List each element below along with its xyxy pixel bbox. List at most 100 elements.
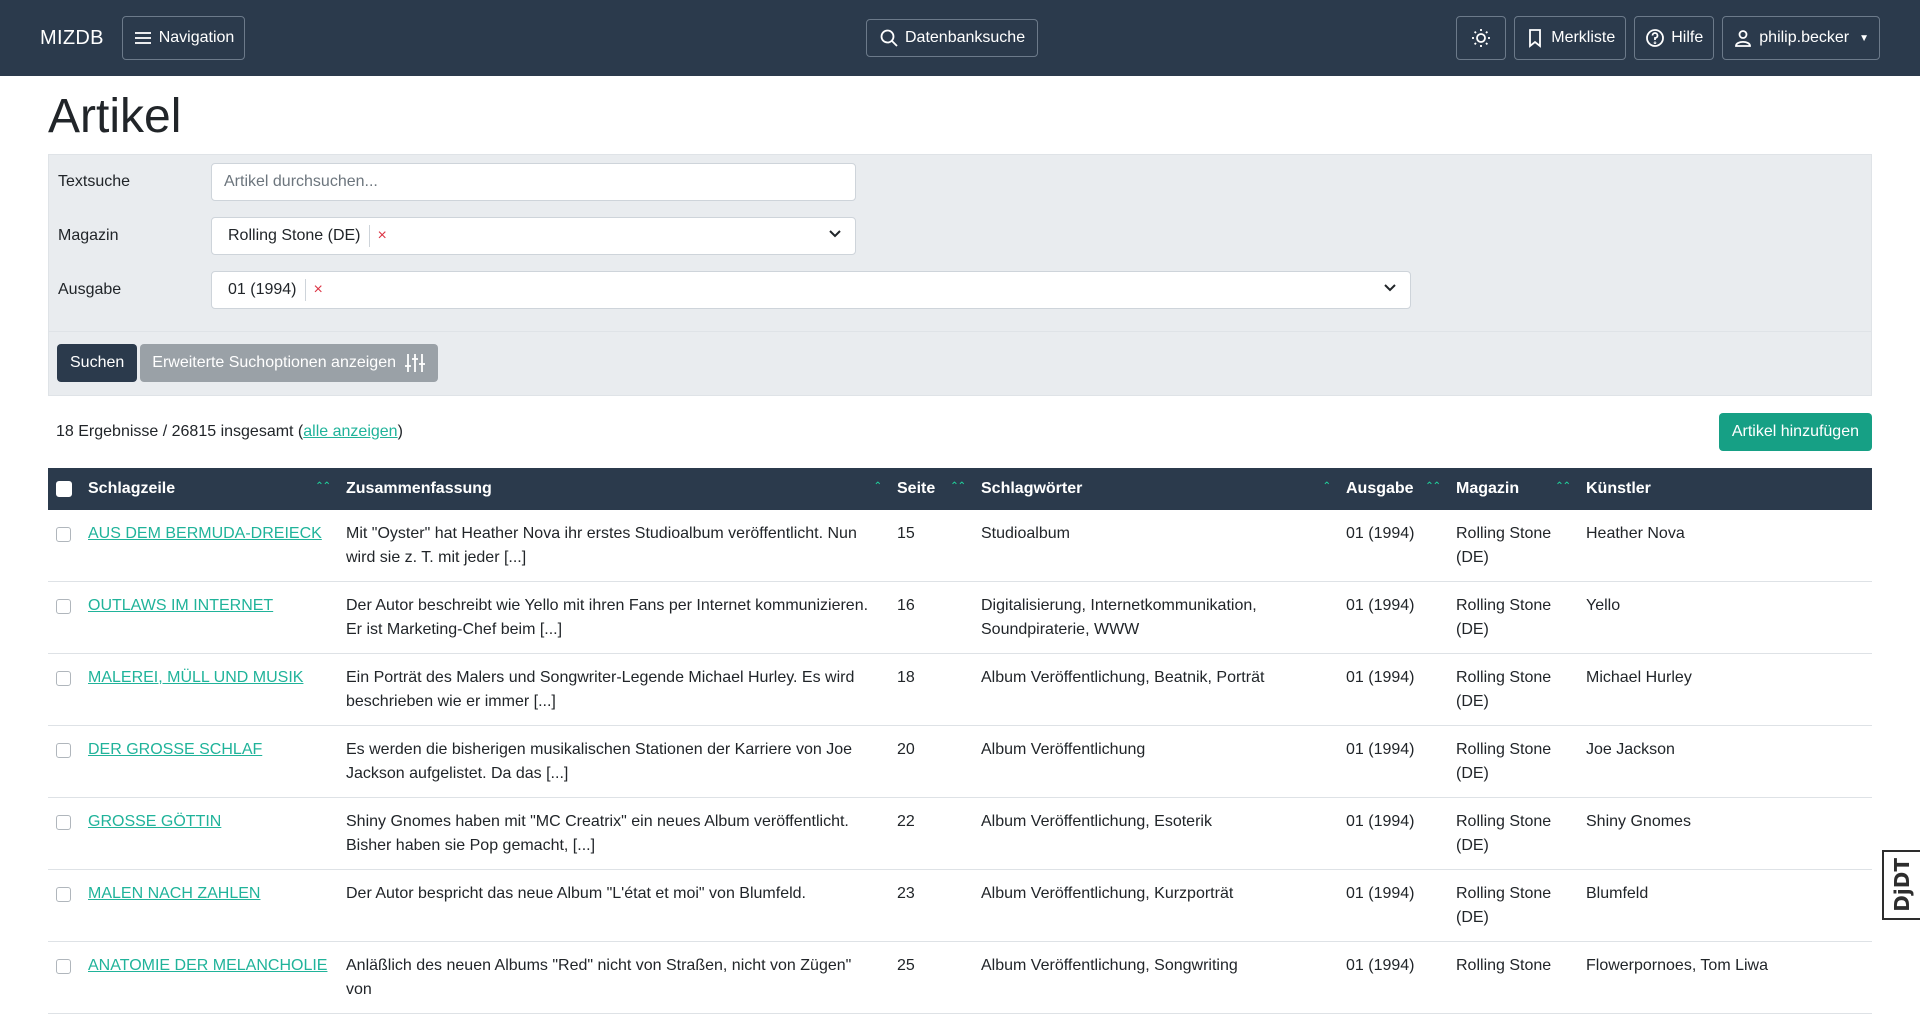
- user-menu-button[interactable]: philip.becker ▼: [1722, 16, 1880, 60]
- schlagzeile-link[interactable]: OUTLAWS IM INTERNET: [88, 597, 273, 614]
- cell-schlagwoerter: Digitalisierung, Internetkommunikation, …: [973, 581, 1338, 654]
- textsuche-placeholder: Artikel durchsuchen...: [224, 172, 378, 190]
- row-checkbox[interactable]: [56, 814, 71, 830]
- ausgabe-row: Ausgabe 01 (1994) ×: [49, 263, 1871, 317]
- table-row: OUTLAWS IM INTERNET Der Autor beschreibt …: [48, 581, 1872, 654]
- table-row: DER GROSSE SCHLAF Es werden die bisherige…: [48, 725, 1872, 798]
- cell-magazin: Rolling Stone (DE): [1448, 797, 1578, 870]
- magazin-tag: Rolling Stone (DE) ×: [228, 224, 387, 247]
- cell-kuenstler: Shiny Gnomes: [1578, 797, 1872, 870]
- cell-schlagzeile: GROSSE GÖTTIN: [80, 797, 338, 870]
- watchlist-button[interactable]: Merkliste: [1514, 16, 1627, 60]
- schlagzeile-link[interactable]: ANATOMIE DER MELANCHOLIE: [88, 957, 327, 974]
- ausgabe-label: Ausgabe: [58, 280, 122, 298]
- row-select-cell: [48, 941, 80, 1014]
- search-submit-button[interactable]: Suchen: [57, 344, 138, 383]
- row-select-cell: [48, 869, 80, 942]
- table-header-row: Schlagzeile ⌃⌃ Zusammenfassung ⌃ Seite ⌃⌃ S…: [48, 467, 1872, 510]
- tag-divider: [368, 224, 370, 247]
- column-header-ausgabe[interactable]: Ausgabe ⌃⌃: [1338, 468, 1448, 510]
- cell-zusammenfassung: Mit "Oyster" hat Heather Nova ihr erstes…: [338, 509, 889, 582]
- remove-magazin-icon[interactable]: ×: [378, 227, 387, 245]
- cell-seite: 15: [889, 509, 973, 582]
- row-select-cell: [48, 797, 80, 870]
- sort-icon[interactable]: ⌃⌃: [1425, 481, 1441, 492]
- cell-schlagwoerter: Album Veröffentlichung, Esoterik: [973, 797, 1338, 870]
- chevron-down-icon[interactable]: [827, 225, 843, 246]
- textsuche-label: Textsuche: [58, 172, 131, 190]
- cell-schlagwoerter: Album Veröffentlichung, Beatnik, Porträt: [973, 653, 1338, 726]
- column-header-magazin[interactable]: Magazin ⌃⌃: [1448, 468, 1578, 510]
- schlagzeile-link[interactable]: MALEN NACH ZAHLEN: [88, 885, 260, 902]
- cell-kuenstler: Flowerpornoes, Tom Liwa: [1578, 941, 1872, 1014]
- cell-ausgabe: 01 (1994): [1338, 509, 1448, 582]
- ausgabe-tag: 01 (1994) ×: [228, 278, 323, 301]
- row-select-cell: [48, 653, 80, 726]
- cell-kuenstler: Blumfeld: [1578, 869, 1872, 942]
- show-all-link[interactable]: alle anzeigen: [303, 423, 397, 440]
- sliders-icon: [404, 354, 425, 373]
- database-search-label: Datenbanksuche: [905, 29, 1026, 46]
- select-all-checkbox[interactable]: [56, 480, 72, 497]
- schlagzeile-link[interactable]: MALEREI, MÜLL UND MUSIK: [88, 669, 303, 686]
- cell-magazin: Rolling Stone (DE): [1448, 725, 1578, 798]
- schlagzeile-link[interactable]: DER GROSSE SCHLAF: [88, 741, 262, 758]
- row-select-cell: [48, 581, 80, 654]
- schlagzeile-link[interactable]: GROSSE GÖTTIN: [88, 813, 221, 830]
- results-bar: 18 Ergebnisse / 26815 insgesamt (alle an…: [48, 396, 1872, 468]
- database-search-button[interactable]: Datenbanksuche: [866, 19, 1039, 57]
- cell-seite: 18: [889, 653, 973, 726]
- textsuche-row: Textsuche Artikel durchsuchen...: [49, 155, 1871, 209]
- brand-logo[interactable]: MIZDB: [40, 27, 104, 50]
- debug-toolbar-handle[interactable]: DjDT: [1882, 850, 1920, 920]
- sort-icon[interactable]: ⌃: [1323, 481, 1331, 492]
- advanced-search-button[interactable]: Erweiterte Suchoptionen anzeigen: [140, 344, 438, 383]
- row-checkbox[interactable]: [56, 958, 71, 974]
- sun-icon: [1472, 29, 1491, 47]
- caret-down-icon: ▼: [1859, 32, 1869, 44]
- schlagzeile-link[interactable]: AUS DEM BERMUDA-DREIECK: [88, 525, 322, 542]
- cell-seite: 25: [889, 941, 973, 1014]
- remove-ausgabe-icon[interactable]: ×: [314, 281, 323, 299]
- add-article-button[interactable]: Artikel hinzufügen: [1718, 412, 1872, 451]
- select-all-cell: [48, 468, 80, 510]
- cell-zusammenfassung: Ein Porträt des Malers und Songwriter-Le…: [338, 653, 889, 726]
- column-header-schlagzeile[interactable]: Schlagzeile ⌃⌃: [80, 468, 338, 510]
- cell-ausgabe: 01 (1994): [1338, 941, 1448, 1014]
- row-select-cell: [48, 509, 80, 582]
- hamburger-icon: [134, 32, 151, 44]
- cell-ausgabe: 01 (1994): [1338, 869, 1448, 942]
- cell-ausgabe: 01 (1994): [1338, 797, 1448, 870]
- cell-schlagzeile: MALEN NACH ZAHLEN: [80, 869, 338, 942]
- navigation-button[interactable]: Navigation: [121, 16, 246, 60]
- search-icon: [880, 29, 898, 47]
- user-icon: [1735, 30, 1752, 47]
- row-checkbox[interactable]: [56, 886, 71, 902]
- sort-icon[interactable]: ⌃⌃: [315, 481, 331, 492]
- bookmark-icon: [1529, 29, 1542, 48]
- magazin-select[interactable]: Rolling Stone (DE) ×: [211, 216, 856, 255]
- row-checkbox[interactable]: [56, 742, 71, 758]
- column-header-schlagwoerter[interactable]: Schlagwörter ⌃: [973, 468, 1338, 510]
- navigation-label: Navigation: [158, 29, 235, 46]
- cell-schlagwoerter: Album Veröffentlichung: [973, 725, 1338, 798]
- ausgabe-select[interactable]: 01 (1994) ×: [211, 270, 1411, 309]
- row-checkbox[interactable]: [56, 526, 71, 542]
- column-header-seite[interactable]: Seite ⌃⌃: [889, 468, 973, 510]
- sort-icon[interactable]: ⌃⌃: [950, 481, 966, 492]
- table-row: GROSSE GÖTTIN Shiny Gnomes haben mit "MC …: [48, 797, 1872, 870]
- sort-icon[interactable]: ⌃⌃: [1555, 481, 1571, 492]
- cell-seite: 22: [889, 797, 973, 870]
- theme-toggle-button[interactable]: [1456, 16, 1507, 60]
- cell-magazin: Rolling Stone (DE): [1448, 869, 1578, 942]
- magazin-label: Magazin: [58, 226, 119, 244]
- sort-icon[interactable]: ⌃: [874, 481, 882, 492]
- ausgabe-tag-label: 01 (1994): [228, 280, 297, 298]
- cell-seite: 16: [889, 581, 973, 654]
- column-header-zusammenfassung[interactable]: Zusammenfassung ⌃: [338, 468, 889, 510]
- textsuche-input[interactable]: Artikel durchsuchen...: [211, 162, 856, 201]
- chevron-down-icon[interactable]: [1382, 279, 1398, 300]
- help-button[interactable]: Hilfe: [1634, 16, 1715, 60]
- row-checkbox[interactable]: [56, 670, 71, 686]
- row-checkbox[interactable]: [56, 598, 71, 614]
